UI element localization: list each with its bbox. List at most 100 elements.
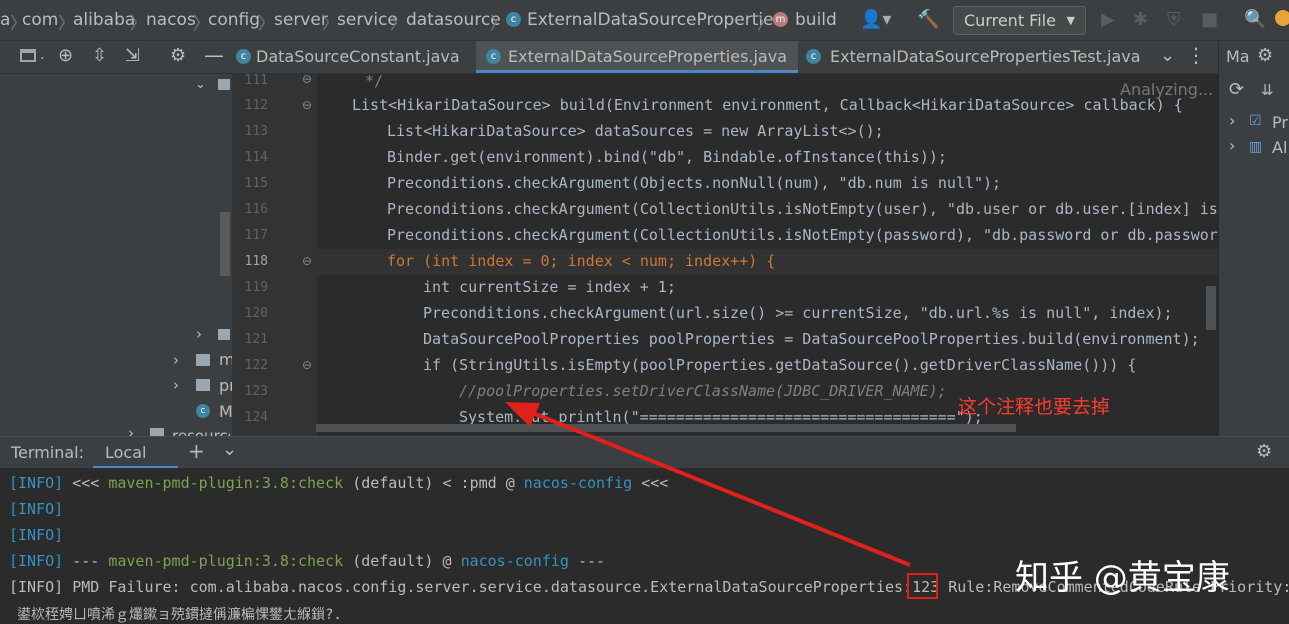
breadcrumb-separator: 〉 (130, 14, 147, 34)
run-configuration-select[interactable]: Current File ▼ (953, 6, 1086, 35)
code-line[interactable]: Preconditions.checkArgument(Objects.nonN… (387, 174, 1001, 192)
watermark: 知乎 @黄宝康 (1015, 558, 1230, 598)
breadcrumb-separator: 〉 (757, 14, 774, 34)
terminal-line: [INFO] (9, 500, 63, 518)
tab-label: DataSourceConstant.java (256, 47, 460, 66)
chevron-down-icon[interactable]: ⌄ (222, 439, 237, 460)
expand-all-icon[interactable]: ⇳ (92, 45, 107, 66)
breadcrumb-item[interactable]: nacos (146, 10, 196, 30)
interface-icon: c (236, 49, 251, 64)
breadcrumb-item[interactable]: ExternalDataSourceProperties (527, 10, 782, 30)
line-number: 112 (244, 98, 268, 113)
line-number: 113 (244, 124, 268, 139)
class-icon: c (196, 404, 210, 418)
annotation-arrow (505, 402, 911, 567)
line-number: 115 (244, 176, 268, 191)
coverage-icon[interactable]: ⛨ (1167, 9, 1181, 30)
project-item-clip: resources (172, 425, 230, 436)
folder-icon (150, 428, 164, 436)
folder-icon (218, 329, 230, 340)
line-number: 116 (244, 202, 268, 217)
chevron-down-icon[interactable]: ⌄ (1160, 45, 1175, 66)
update-icon[interactable] (1275, 10, 1289, 26)
project-item-label[interactable]: M (219, 402, 233, 421)
minimize-icon[interactable]: — (204, 43, 224, 67)
code-line[interactable]: DataSourcePoolProperties poolProperties … (423, 330, 1200, 348)
maven-panel: Ma ⚙ ⟳ ⇊ › ☑ Pr › ▥ Al (1218, 41, 1289, 436)
code-line[interactable]: if (StringUtils.isEmpty(poolProperties.g… (423, 356, 1136, 374)
chevron-right-icon[interactable]: › (173, 351, 179, 369)
chevron-right-icon[interactable]: › (173, 376, 179, 394)
project-view-icon[interactable] (20, 49, 36, 62)
settings-gear-icon[interactable]: ⚙ (1256, 441, 1272, 462)
tab-datasource-constant[interactable]: c DataSourceConstant.java (232, 41, 472, 73)
terminal-line: [INFO] (9, 526, 63, 544)
more-tabs-icon[interactable]: ⋮ (1186, 43, 1206, 67)
annotation-text: 这个注释也要去掉 (958, 396, 1111, 418)
run-icon[interactable]: ▶ (1101, 9, 1115, 30)
terminal-tab-label: Local (105, 443, 147, 462)
maven-item-label[interactable]: Al (1272, 138, 1287, 157)
breadcrumb-item[interactable]: datasource (406, 10, 501, 30)
code-line[interactable]: for (int index = 0; index < num; index++… (387, 252, 775, 270)
breadcrumb-separator: 〉 (490, 14, 507, 34)
code-line[interactable]: int currentSize = index + 1; (423, 278, 676, 296)
breadcrumb-item[interactable]: a (0, 10, 10, 30)
terminal-text: (default) @ (352, 552, 452, 570)
maven-item-label[interactable]: Pr (1272, 113, 1288, 132)
method-icon: m (773, 12, 788, 27)
class-icon: c (506, 12, 521, 27)
line-number: 114 (244, 150, 268, 165)
line-number: 120 (244, 306, 268, 321)
tab-local-terminal[interactable]: Local (93, 437, 178, 469)
breadcrumb-item[interactable]: server (274, 10, 328, 30)
stop-icon[interactable]: ■ (1201, 9, 1218, 30)
breadcrumb-item[interactable]: config (208, 10, 260, 30)
chevron-right-icon[interactable]: › (1229, 136, 1235, 155)
settings-gear-icon[interactable]: ⚙ (170, 45, 186, 66)
line-number: 123 (244, 384, 268, 399)
locate-icon[interactable]: ⊕ (58, 45, 73, 66)
fold-marker-icon[interactable]: ⊖ (302, 72, 312, 86)
breadcrumb-item[interactable]: alibaba (73, 10, 135, 30)
chevron-down-icon[interactable]: ⌄ (195, 77, 206, 92)
breadcrumb-item[interactable]: com (22, 10, 58, 30)
debug-icon[interactable]: ✱ (1133, 9, 1148, 30)
code-line[interactable]: Binder.get(environment).bind("db", Binda… (387, 148, 947, 166)
build-hammer-icon[interactable]: 🔨 (917, 9, 939, 30)
fold-marker-icon[interactable]: ⊖ (302, 98, 312, 112)
maven-panel-title: Ma (1226, 47, 1250, 66)
reload-icon[interactable]: ⟳ (1229, 79, 1244, 100)
code-line[interactable]: List<HikariDataSource> build(Environment… (352, 96, 1183, 114)
run-configuration-label: Current File (964, 11, 1056, 30)
project-scrollbar[interactable] (220, 212, 230, 276)
chevron-right-icon[interactable]: › (196, 325, 202, 343)
folder-icon (218, 79, 230, 90)
dropdown-indicator[interactable]: . (40, 47, 44, 63)
code-line[interactable]: Preconditions.checkArgument(CollectionUt… (387, 200, 1218, 218)
code-line[interactable]: Preconditions.checkArgument(CollectionUt… (387, 226, 1218, 244)
terminal-text: --- (72, 552, 100, 570)
navigation-bar: a 〉 com 〉 alibaba 〉 nacos 〉 config 〉 ser… (0, 0, 1289, 41)
code-line[interactable]: */ (365, 72, 383, 90)
code-line[interactable]: Preconditions.checkArgument(url.size() >… (423, 304, 1173, 322)
breadcrumb-item[interactable]: build (795, 10, 837, 30)
breadcrumb-item[interactable]: service (337, 10, 398, 30)
chevron-right-icon[interactable]: › (1229, 111, 1235, 130)
user-icon[interactable]: 👤▾ (860, 9, 891, 30)
collapse-all-icon[interactable]: ⇲ (125, 45, 140, 66)
editor-scrollbar[interactable] (1206, 286, 1216, 330)
tab-label: ExternalDataSourceProperties.java (508, 47, 788, 66)
new-terminal-plus-icon[interactable]: + (188, 439, 205, 463)
line-number: 117 (244, 228, 268, 243)
code-line[interactable]: List<HikariDataSource> dataSources = new… (387, 122, 884, 140)
fold-marker-icon[interactable]: ⊖ (302, 254, 312, 268)
tab-external-datasource-properties[interactable]: c ExternalDataSourceProperties.java (476, 41, 798, 73)
search-icon[interactable]: 🔍 (1244, 9, 1266, 30)
settings-gear-icon[interactable]: ⚙ (1257, 45, 1273, 66)
chevron-down-icon: ▼ (1066, 14, 1075, 27)
tab-external-datasource-properties-test[interactable]: c ExternalDataSourcePropertiesTest.java (802, 41, 1141, 73)
project-item-label[interactable]: resources (172, 427, 230, 436)
fold-marker-icon[interactable]: ⊖ (302, 358, 312, 372)
add-maven-project-icon[interactable]: ⇊ (1261, 81, 1274, 99)
